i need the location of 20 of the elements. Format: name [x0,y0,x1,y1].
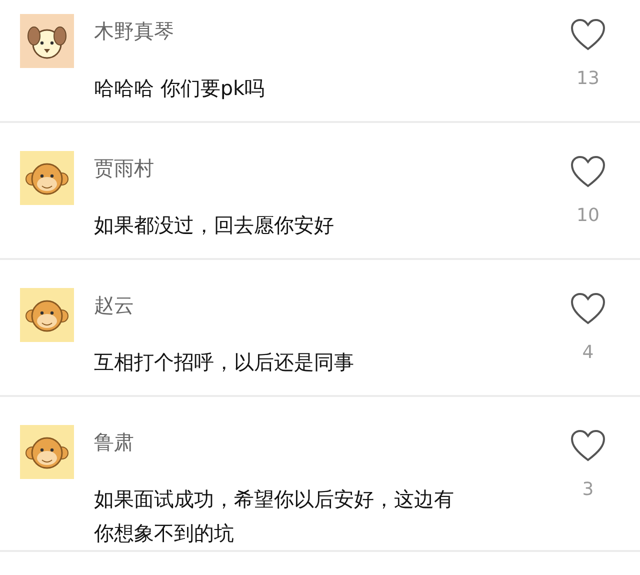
user-name: 赵云 [94,292,135,319]
comment-text: 互相打个招呼，以后还是同事 [94,349,355,376]
like-count: 10 [576,205,600,226]
heart-icon[interactable] [570,18,606,52]
like-count: 4 [582,342,594,363]
heart-icon[interactable] [570,292,606,326]
avatar-icon [20,14,74,68]
like-count: 13 [576,68,600,89]
user-name: 鲁肃 [94,429,135,456]
comment-text: 哈哈哈 你们要pk吗 [94,75,266,102]
avatar-icon [20,288,74,342]
avatar-icon [20,151,74,205]
heart-icon[interactable] [570,155,606,189]
like-count: 3 [582,479,594,500]
user-name: 贾雨村 [94,155,155,182]
avatar-icon [20,425,74,479]
comment-text: 如果面试成功，希望你以后安好，这边有 你想象不到的坑 [94,486,455,547]
user-name: 木野真琴 [94,18,175,45]
comment-text: 如果都没过，回去愿你安好 [94,212,335,239]
heart-icon[interactable] [570,429,606,463]
